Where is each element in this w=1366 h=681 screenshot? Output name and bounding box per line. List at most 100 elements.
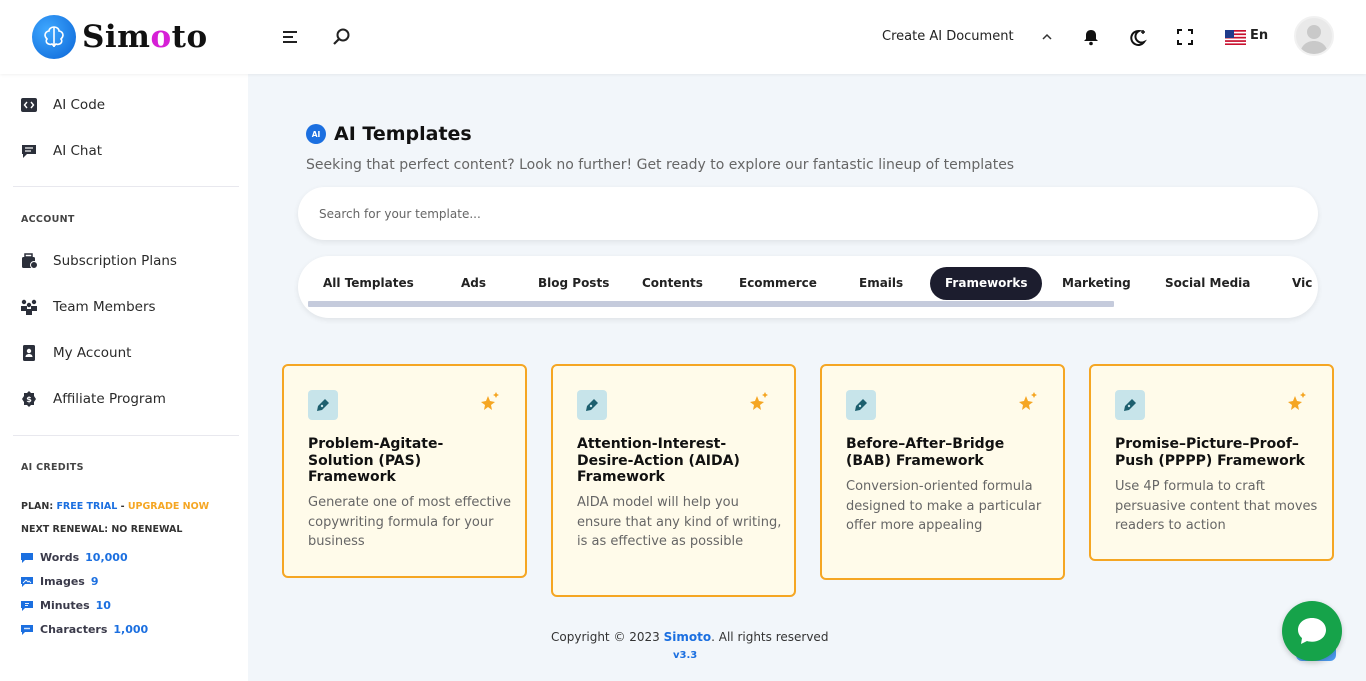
tab-emails[interactable]: Emails <box>859 267 903 300</box>
tab-blog-posts[interactable]: Blog Posts <box>538 267 609 300</box>
sidebar-item-label: AI Code <box>53 97 106 113</box>
pen-icon <box>308 390 338 420</box>
plan-value: FREE TRIAL <box>56 501 118 512</box>
avatar[interactable] <box>1294 16 1334 56</box>
upgrade-now-link[interactable]: UPGRADE NOW <box>128 501 209 512</box>
tabs-scrollbar[interactable] <box>308 301 1114 307</box>
sidebar-divider <box>13 435 239 436</box>
credit-label: Characters <box>40 623 108 636</box>
menu-icon[interactable] <box>279 26 301 48</box>
copyright-suffix: . All rights reserved <box>711 630 829 644</box>
sparkle-icon <box>479 391 501 413</box>
sidebar-item-my-account[interactable]: My Account <box>20 344 131 362</box>
sidebar-item-team-members[interactable]: Team Members <box>20 298 156 316</box>
bell-icon[interactable] <box>1080 26 1102 48</box>
sidebar-item-ai-code[interactable]: AI Code <box>20 96 105 114</box>
template-card[interactable]: Problem-Agitate-Solution (PAS) Framework… <box>282 364 527 578</box>
words-icon <box>21 552 33 564</box>
images-icon <box>21 576 33 588</box>
sidebar-item-ai-chat[interactable]: AI Chat <box>20 142 102 160</box>
sidebar-item-subscription-plans[interactable]: Subscription Plans <box>20 252 177 270</box>
template-card[interactable]: Before–After–Bridge (BAB) Framework Conv… <box>820 364 1065 580</box>
credit-value: 1,000 <box>113 623 149 636</box>
pen-icon <box>577 390 607 420</box>
chat-bubble-icon <box>1298 618 1326 644</box>
credit-words: Words 10,000 <box>21 551 128 564</box>
credit-label: Words <box>40 551 80 564</box>
logo-text: Simoto <box>82 19 208 55</box>
footer-brand-link[interactable]: Simoto <box>664 630 711 644</box>
brain-logo-icon <box>32 15 76 59</box>
tab-social-media[interactable]: Social Media <box>1165 267 1250 300</box>
team-icon <box>20 298 38 316</box>
account-section-title: ACCOUNT <box>21 214 75 225</box>
create-ai-document-button[interactable]: Create AI Document <box>882 29 1014 44</box>
code-icon <box>20 96 38 114</box>
plan-separator: - <box>117 501 128 512</box>
card-title: Promise–Picture–Proof–Push (PPPP) Framew… <box>1115 436 1305 469</box>
fullscreen-icon[interactable] <box>1174 26 1196 48</box>
credit-value: 10,000 <box>85 551 128 564</box>
characters-icon <box>21 624 33 636</box>
page-header: AI AI Templates <box>306 123 472 145</box>
tab-ecommerce[interactable]: Ecommerce <box>739 267 817 300</box>
template-category-tabs: All Templates Ads Blog Posts Contents Ec… <box>298 256 1318 318</box>
credit-value: 10 <box>95 599 111 612</box>
chevron-up-icon[interactable] <box>1036 26 1058 48</box>
page-title: AI Templates <box>334 123 472 145</box>
card-description: Conversion-oriented formula designed to … <box>846 479 1042 533</box>
sidebar: AI Code AI Chat ACCOUNT Subscription Pla… <box>0 74 248 681</box>
credit-label: Minutes <box>40 599 90 612</box>
tab-marketing[interactable]: Marketing <box>1062 267 1131 300</box>
logo[interactable]: Simoto <box>32 15 208 59</box>
ai-chip-icon: AI <box>306 124 326 144</box>
top-header: Simoto Create AI Document En <box>0 0 1366 74</box>
card-title: Attention-Interest-Desire-Action (AIDA) … <box>577 436 740 485</box>
tab-contents[interactable]: Contents <box>642 267 703 300</box>
svg-text:$: $ <box>26 395 32 404</box>
page-subtitle: Seeking that perfect content? Look no fu… <box>306 157 1015 173</box>
credit-characters: Characters 1,000 <box>21 623 148 636</box>
template-card[interactable]: Promise–Picture–Proof–Push (PPPP) Framew… <box>1089 364 1334 561</box>
credit-value: 9 <box>90 575 99 588</box>
us-flag-icon[interactable] <box>1224 26 1246 48</box>
card-description: Generate one of most effective copywriti… <box>308 495 511 549</box>
tab-frameworks[interactable]: Frameworks <box>930 267 1043 300</box>
card-description: AIDA model will help you ensure that any… <box>577 495 782 549</box>
tab-all-templates[interactable]: All Templates <box>323 267 414 300</box>
affiliate-icon: $ <box>20 390 38 408</box>
credit-label: Images <box>40 575 85 588</box>
sparkle-icon <box>748 391 770 413</box>
credit-images: Images 9 <box>21 575 99 588</box>
tab-ads[interactable]: Ads <box>461 267 486 300</box>
account-icon <box>20 344 38 362</box>
renewal-info: NEXT RENEWAL: NO RENEWAL <box>21 524 183 535</box>
chat-widget-button[interactable] <box>1282 601 1342 661</box>
credit-minutes: Minutes 10 <box>21 599 111 612</box>
template-card[interactable]: Attention-Interest-Desire-Action (AIDA) … <box>551 364 796 597</box>
search-icon[interactable] <box>330 26 352 48</box>
sidebar-item-label: Team Members <box>53 299 156 315</box>
language-label[interactable]: En <box>1250 28 1268 43</box>
sidebar-item-label: Subscription Plans <box>53 253 177 269</box>
copyright-prefix: Copyright © 2023 <box>551 630 660 644</box>
sidebar-divider <box>13 186 239 187</box>
plan-info: PLAN: FREE TRIAL - UPGRADE NOW <box>21 501 209 512</box>
dark-mode-icon[interactable] <box>1127 26 1149 48</box>
sidebar-item-label: AI Chat <box>53 143 103 159</box>
pen-icon <box>846 390 876 420</box>
sidebar-item-affiliate-program[interactable]: $ Affiliate Program <box>20 390 166 408</box>
sidebar-item-label: Affiliate Program <box>53 391 166 407</box>
sparkle-icon <box>1286 391 1308 413</box>
card-description: Use 4P formula to craft persuasive conte… <box>1115 479 1318 533</box>
tab-video[interactable]: Vic <box>1292 267 1312 300</box>
ai-credits-section-title: AI CREDITS <box>21 462 84 473</box>
footer-copyright: Copyright © 2023 Simoto. All rights rese… <box>551 630 828 644</box>
subscription-icon <box>20 252 38 270</box>
sparkle-icon <box>1017 391 1039 413</box>
card-title: Before–After–Bridge (BAB) Framework <box>846 436 1005 469</box>
minutes-icon <box>21 600 33 612</box>
chat-icon <box>20 142 38 160</box>
template-search-input[interactable] <box>298 187 1318 240</box>
pen-icon <box>1115 390 1145 420</box>
